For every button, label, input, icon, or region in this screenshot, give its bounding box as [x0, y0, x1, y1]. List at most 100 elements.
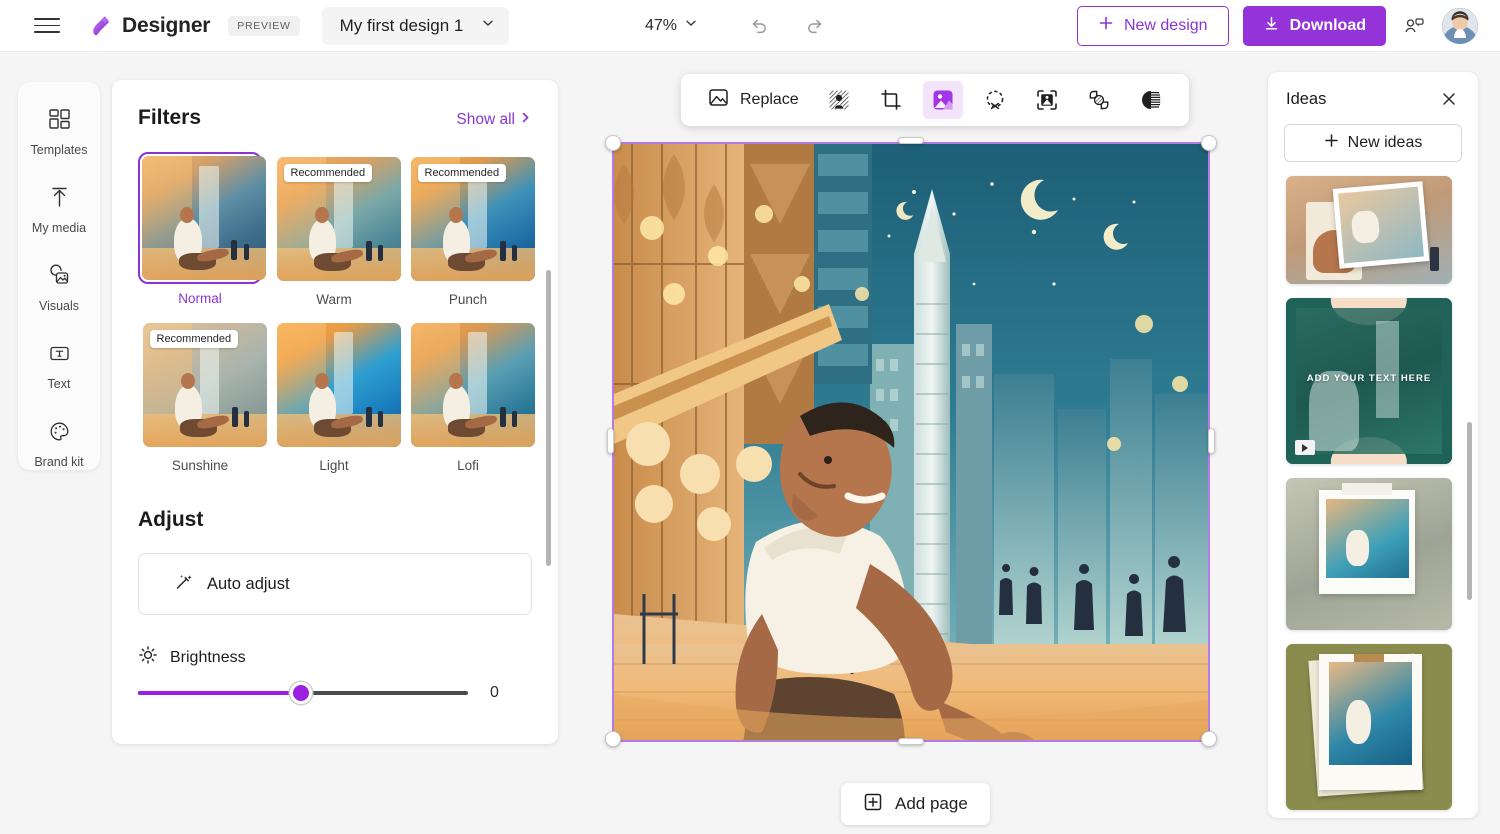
- filter-option-normal[interactable]: Normal: [138, 152, 262, 307]
- selection-handle-right[interactable]: [1208, 428, 1215, 454]
- play-icon[interactable]: [1295, 440, 1315, 455]
- effects-icon[interactable]: [923, 81, 963, 119]
- show-all-label: Show all: [456, 111, 515, 129]
- filter-option-warm[interactable]: RecommendedWarm: [272, 152, 396, 307]
- selection-handle-top-left[interactable]: [605, 135, 621, 151]
- filter-thumb-wrap: Recommended: [138, 318, 262, 451]
- selected-image[interactable]: [612, 142, 1210, 742]
- templates-icon: [48, 108, 71, 136]
- filters-grid: Normal RecommendedWarm RecommendedPunch …: [138, 152, 532, 473]
- selection-handle-bottom-left[interactable]: [605, 731, 621, 747]
- filter-option-light[interactable]: Light: [272, 318, 396, 473]
- filter-label: Lofi: [406, 458, 530, 473]
- download-label: Download: [1290, 17, 1366, 35]
- crop-icon[interactable]: [871, 81, 911, 119]
- brand-name: Designer: [122, 14, 210, 38]
- plus-icon: [1324, 133, 1339, 153]
- selection-handle-bottom-right[interactable]: [1201, 731, 1217, 747]
- filter-thumbnail: [411, 323, 535, 447]
- ideas-panel-header: Ideas: [1268, 72, 1478, 110]
- download-button[interactable]: Download: [1243, 6, 1386, 46]
- remove-background-icon[interactable]: [819, 81, 859, 119]
- selection-handle-top-right[interactable]: [1201, 135, 1217, 151]
- add-page-button[interactable]: Add page: [841, 783, 990, 825]
- selection-handle-bottom[interactable]: [898, 738, 924, 745]
- brand: Designer: [86, 12, 210, 40]
- filter-thumbnail: [277, 323, 401, 447]
- auto-adjust-label: Auto adjust: [207, 575, 290, 594]
- fit-frame-icon[interactable]: [1027, 81, 1067, 119]
- filters-panel-scrollbar[interactable]: [546, 270, 551, 566]
- close-icon[interactable]: [1438, 88, 1460, 110]
- filter-option-lofi[interactable]: Lofi: [406, 318, 530, 473]
- plus-icon: [1098, 15, 1114, 36]
- recommended-badge: Recommended: [284, 164, 373, 182]
- designer-logo-icon: [86, 12, 114, 40]
- replace-button[interactable]: Replace: [695, 79, 811, 121]
- brightness-label: Brightness: [170, 649, 246, 667]
- upload-icon: [48, 186, 71, 214]
- designer-app: Designer PREVIEW My first design 1 47%: [0, 0, 1500, 834]
- filter-thumbnail: Recommended: [143, 323, 267, 447]
- filter-thumb-wrap: [138, 152, 262, 284]
- filter-option-sunshine[interactable]: RecommendedSunshine: [138, 318, 262, 473]
- document-title-dropdown[interactable]: My first design 1: [322, 7, 510, 45]
- rail-item-templates[interactable]: Templates: [23, 102, 95, 163]
- transparency-icon[interactable]: [1079, 81, 1119, 119]
- new-design-label: New design: [1124, 17, 1208, 35]
- rail-item-my-media[interactable]: My media: [23, 180, 95, 241]
- palette-icon: [48, 420, 71, 448]
- contrast-icon[interactable]: [1131, 81, 1171, 119]
- ideas-panel-scrollbar[interactable]: [1467, 422, 1472, 600]
- show-all-link[interactable]: Show all: [456, 111, 532, 129]
- people-icon[interactable]: [1400, 12, 1428, 40]
- idea-card-3[interactable]: [1286, 478, 1452, 630]
- filter-thumb-wrap: Recommended: [406, 152, 530, 285]
- filter-label: Normal: [138, 291, 262, 306]
- zoom-dropdown[interactable]: 47%: [645, 16, 698, 35]
- text-icon: [48, 342, 71, 370]
- visuals-icon: [48, 264, 71, 292]
- rail-item-text[interactable]: Text: [23, 336, 95, 397]
- hamburger-icon[interactable]: [34, 13, 60, 39]
- filters-panel: Filters Show all Normal RecommendedWarm: [112, 80, 558, 744]
- filters-panel-header: Filters Show all: [138, 106, 532, 130]
- canvas-area: [610, 140, 1212, 744]
- idea-card-4[interactable]: [1286, 644, 1452, 810]
- new-ideas-button[interactable]: New ideas: [1284, 124, 1462, 162]
- rail-label: Templates: [31, 143, 88, 157]
- new-design-button[interactable]: New design: [1077, 6, 1229, 46]
- download-icon: [1263, 15, 1280, 37]
- preview-badge: PREVIEW: [228, 16, 299, 36]
- brightness-slider-row: 0: [138, 684, 532, 702]
- selection-handle-left[interactable]: [607, 428, 614, 454]
- brightness-slider-knob[interactable]: [290, 682, 312, 704]
- magic-wand-icon: [173, 572, 193, 597]
- zoom-level-text: 47%: [645, 17, 677, 35]
- avatar[interactable]: [1442, 8, 1478, 44]
- recommended-badge: Recommended: [418, 164, 507, 182]
- brightness-icon: [138, 645, 158, 670]
- filter-thumb-wrap: [406, 318, 530, 451]
- left-rail: Templates My media Visual: [18, 82, 100, 470]
- header-actions: New design Download: [1077, 6, 1478, 46]
- undo-icon[interactable]: [745, 12, 773, 40]
- rail-item-visuals[interactable]: Visuals: [23, 258, 95, 319]
- rail-label: Visuals: [39, 299, 79, 313]
- filter-thumbnail: [142, 156, 266, 280]
- app-header: Designer PREVIEW My first design 1 47%: [0, 0, 1500, 52]
- auto-adjust-button[interactable]: Auto adjust: [138, 553, 532, 615]
- filter-thumbnail: Recommended: [277, 157, 401, 281]
- filter-option-punch[interactable]: Recommended Punch: [406, 152, 530, 307]
- idea-card-1[interactable]: [1286, 176, 1452, 284]
- idea-overlay-text: ADD YOUR TEXT HERE: [1286, 371, 1452, 386]
- chevron-down-icon: [481, 16, 495, 35]
- erase-icon[interactable]: [975, 81, 1015, 119]
- redo-icon[interactable]: [801, 12, 829, 40]
- filter-thumbnail: Recommended: [411, 157, 535, 281]
- selection-handle-top[interactable]: [898, 137, 924, 144]
- brightness-slider[interactable]: [138, 691, 468, 695]
- idea-card-2[interactable]: ADD YOUR TEXT HERE: [1286, 298, 1452, 464]
- filter-label: Punch: [406, 292, 530, 307]
- rail-item-brand-kit[interactable]: Brand kit: [23, 414, 95, 475]
